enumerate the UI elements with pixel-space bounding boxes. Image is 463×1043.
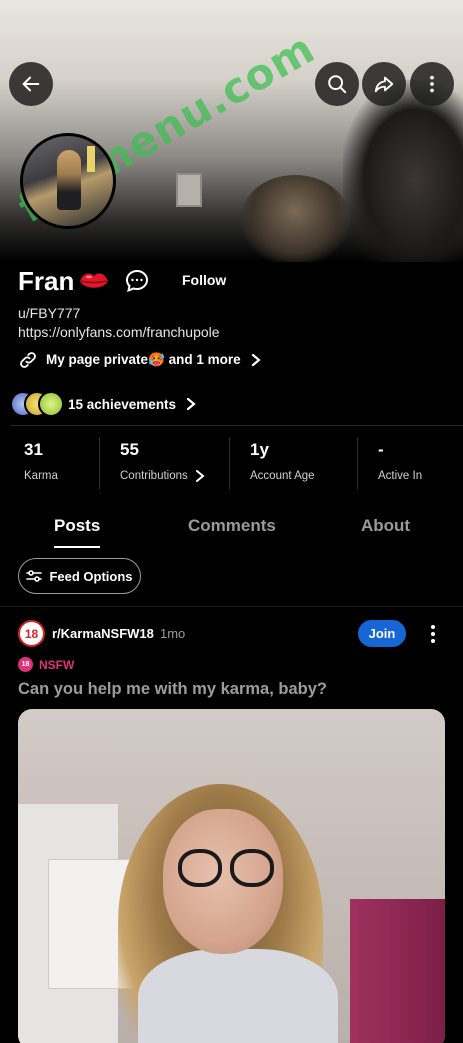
search-button[interactable]: [315, 62, 359, 106]
image-shirt: [138, 949, 338, 1043]
stat-value: 55: [120, 440, 139, 459]
achievements-row[interactable]: 15 achievements: [10, 391, 198, 417]
chevron-right-icon: [186, 397, 196, 411]
feed-options-button[interactable]: Feed Options: [18, 558, 141, 594]
profile-name-row: Fran: [18, 263, 110, 299]
avatar-person: [57, 150, 81, 210]
tab-comments[interactable]: Comments: [188, 516, 276, 536]
chevron-right-icon: [251, 353, 261, 367]
stat-label: Active In: [378, 470, 423, 482]
lips-emoji-icon: [80, 273, 109, 288]
stat-value: 1y: [250, 440, 269, 459]
feed-options-label: Feed Options: [49, 568, 133, 584]
tab-posts[interactable]: Posts: [54, 516, 100, 536]
post-divider: [0, 606, 463, 607]
stat-label: Contributions: [120, 470, 188, 482]
stat-account-age: 1y Account Age: [250, 440, 315, 482]
nsfw-tag: 18 NSFW: [18, 657, 74, 672]
share-icon: [374, 76, 394, 93]
avatar-gym-light: [87, 146, 95, 172]
post-time: 1mo: [160, 626, 186, 641]
search-icon: [328, 75, 347, 94]
profile-link[interactable]: https://onlyfans.com/franchupole: [18, 324, 220, 340]
subreddit-name[interactable]: r/KarmaNSFW18: [52, 626, 154, 641]
stats-divider: [10, 425, 463, 426]
chat-icon[interactable]: [124, 268, 150, 294]
stat-contributions[interactable]: 55 Contributions: [120, 440, 206, 482]
banner-wall-frame: [176, 173, 202, 207]
stat-label: Karma: [24, 470, 58, 482]
post-more-icon[interactable]: [430, 624, 436, 644]
tab-about[interactable]: About: [361, 516, 410, 536]
nsfw-icon: 18: [18, 657, 33, 672]
join-button[interactable]: Join: [358, 620, 406, 647]
subreddit-badge-text: 18: [24, 626, 39, 641]
social-links-text: My page private🥵 and 1 more: [46, 352, 241, 367]
post-image[interactable]: [18, 709, 445, 1043]
more-vertical-icon: [430, 75, 434, 93]
follow-button[interactable]: Follow: [182, 272, 226, 288]
arrow-left-icon: [22, 76, 40, 92]
display-name: Fran: [18, 265, 75, 296]
stat-separator: [357, 437, 358, 489]
stat-separator: [99, 437, 100, 489]
avatar[interactable]: [20, 133, 116, 229]
share-button[interactable]: [362, 62, 406, 106]
stat-value: 31: [24, 440, 43, 459]
banner-person-head: [240, 175, 350, 262]
image-curtain: [350, 899, 445, 1043]
username: u/FBY777: [18, 305, 81, 321]
stat-active-in: - Active In: [378, 440, 422, 482]
subreddit-avatar[interactable]: 18: [18, 620, 45, 647]
chevron-right-icon: [195, 470, 205, 482]
image-glasses-left: [178, 849, 222, 887]
image-glasses-right: [230, 849, 274, 887]
social-links-row[interactable]: My page private🥵 and 1 more: [18, 350, 271, 370]
back-button[interactable]: [9, 62, 53, 106]
stat-value: -: [378, 440, 384, 459]
achievement-badge-icon: [38, 391, 64, 417]
nsfw-label: NSFW: [39, 657, 75, 672]
more-options-button[interactable]: [410, 62, 454, 106]
achievement-badges: [10, 391, 66, 417]
stat-separator: [229, 437, 230, 489]
stat-karma: 31 Karma: [24, 440, 58, 482]
stat-label: Account Age: [250, 470, 315, 482]
sliders-icon: [26, 570, 43, 582]
active-tab-indicator: [54, 546, 100, 548]
banner-hanging-clothes: [343, 80, 463, 262]
post-title[interactable]: Can you help me with my karma, baby?: [18, 680, 327, 699]
link-icon: [20, 352, 36, 368]
achievements-text: 15 achievements: [68, 396, 177, 412]
